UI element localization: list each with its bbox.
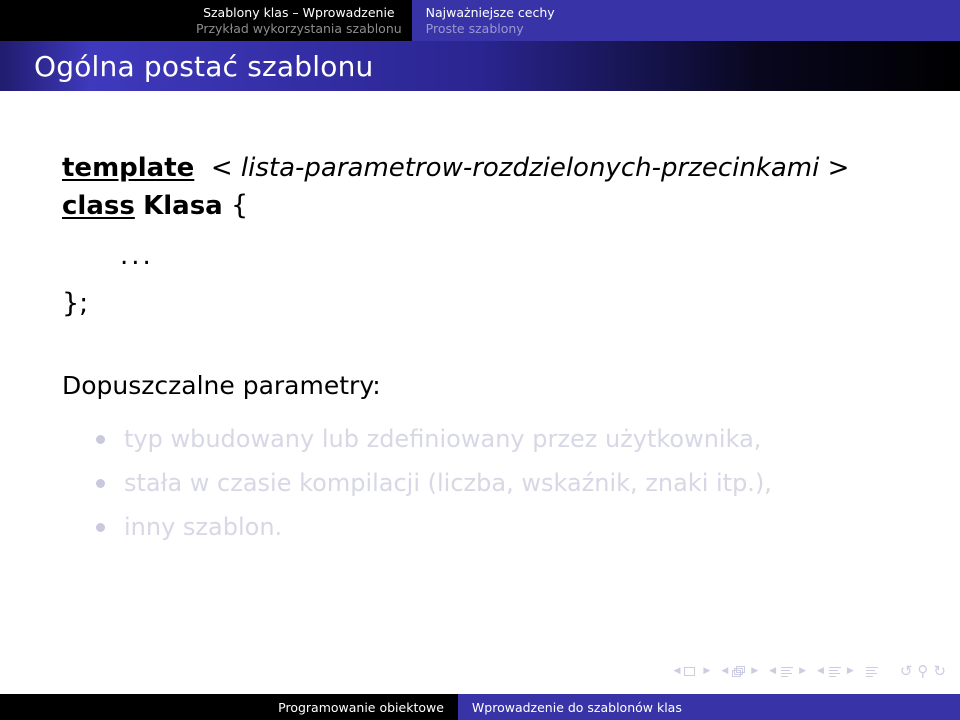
next-slide-arrow-icon[interactable]: ▶ xyxy=(703,666,710,676)
list-item: stała w czasie kompilacji (liczba, wskaź… xyxy=(94,461,900,505)
frame-navigation-group: ◀ ▶ xyxy=(721,665,758,678)
section-icon[interactable] xyxy=(828,665,843,678)
code-line-template: template < lista-parametrow-rozdzielonyc… xyxy=(62,149,900,187)
parameters-lead-text: Dopuszczalne parametry: xyxy=(62,371,381,400)
previous-frame-arrow-icon[interactable]: ◀ xyxy=(721,666,728,676)
allowed-parameters-list: typ wbudowany lub zdefiniowany przez uży… xyxy=(62,417,900,549)
footer-left-spacer xyxy=(0,694,265,720)
nav-section-title[interactable]: Szablony klas – Wprowadzenie xyxy=(203,5,395,21)
footer-topic-name: Wprowadzenie do szablonów klas xyxy=(457,694,960,720)
previous-section-arrow-icon[interactable]: ◀ xyxy=(817,666,824,676)
navigation-header: Szablony klas – Wprowadzenie Przykład wy… xyxy=(0,0,960,41)
forward-icon[interactable]: ↻ xyxy=(933,662,946,680)
bullet-dot-icon xyxy=(96,435,105,444)
nav-section-najwazniejsze-cechy[interactable]: Najważniejsze cechy Proste szablony xyxy=(411,0,960,41)
list-item-label: inny szablon. xyxy=(124,513,283,541)
footer-bar: Programowanie obiektowe Wprowadzenie do … xyxy=(0,694,960,720)
nav-section-title[interactable]: Najważniejsze cechy xyxy=(426,5,555,21)
nav-header-left-spacer xyxy=(0,0,186,41)
previous-slide-arrow-icon[interactable]: ◀ xyxy=(673,666,680,676)
beamer-navigation-symbols: ◀ ▶ ◀ ▶ ◀ ▶ ◀ ▶ ↺ ⚲ ↻ xyxy=(673,662,946,680)
previous-subsection-arrow-icon[interactable]: ◀ xyxy=(769,666,776,676)
template-parameter-list: lista-parametrow-rozdzielonych-przecinka… xyxy=(240,153,820,183)
presentation-icon[interactable] xyxy=(865,665,880,678)
code-line-class: class Klasa { xyxy=(62,187,900,225)
search-icon[interactable]: ⚲ xyxy=(917,662,928,680)
subsection-navigation-group: ◀ ▶ xyxy=(769,665,806,678)
back-icon[interactable]: ↺ xyxy=(900,662,913,680)
code-line-ellipsis: ... xyxy=(120,241,154,271)
nav-subsection-title[interactable]: Proste szablony xyxy=(426,21,524,37)
bullet-dot-icon xyxy=(96,479,105,488)
frame-title-bar: Ogólna postać szablonu xyxy=(0,41,960,91)
next-frame-arrow-icon[interactable]: ▶ xyxy=(751,666,758,676)
frames-icon[interactable] xyxy=(732,665,747,678)
page-title: Ogólna postać szablonu xyxy=(34,49,374,83)
list-item: typ wbudowany lub zdefiniowany przez uży… xyxy=(94,417,900,461)
code-block: template < lista-parametrow-rozdzielonyc… xyxy=(62,149,900,323)
angle-open: < xyxy=(210,153,233,183)
bullet-dot-icon xyxy=(96,523,105,532)
slide-navigation-group: ◀ ▶ xyxy=(673,665,710,678)
class-name: Klasa xyxy=(143,191,223,221)
list-item-label: stała w czasie kompilacji (liczba, wskaź… xyxy=(124,469,772,497)
subsection-icon[interactable] xyxy=(780,665,795,678)
section-navigation-group: ◀ ▶ xyxy=(817,665,854,678)
keyword-template: template xyxy=(62,153,195,183)
list-item: inny szablon. xyxy=(94,505,900,549)
keyword-class: class xyxy=(62,191,135,221)
angle-close: > xyxy=(827,153,850,183)
next-subsection-arrow-icon[interactable]: ▶ xyxy=(799,666,806,676)
nav-section-szablony-klas[interactable]: Szablony klas – Wprowadzenie Przykład wy… xyxy=(186,0,412,41)
nav-subsection-title[interactable]: Przykład wykorzystania szablonu xyxy=(196,21,402,37)
next-section-arrow-icon[interactable]: ▶ xyxy=(847,666,854,676)
footer-course-name: Programowanie obiektowe xyxy=(264,694,458,720)
code-line-close: }; xyxy=(62,288,89,319)
brace-open: { xyxy=(230,190,249,221)
document-navigation-group: ↺ ⚲ ↻ xyxy=(900,662,946,680)
presentation-navigation-group xyxy=(865,665,880,678)
list-item-label: typ wbudowany lub zdefiniowany przez uży… xyxy=(124,425,762,453)
slide-content: template < lista-parametrow-rozdzielonyc… xyxy=(0,91,960,694)
slide-icon[interactable] xyxy=(684,665,699,678)
